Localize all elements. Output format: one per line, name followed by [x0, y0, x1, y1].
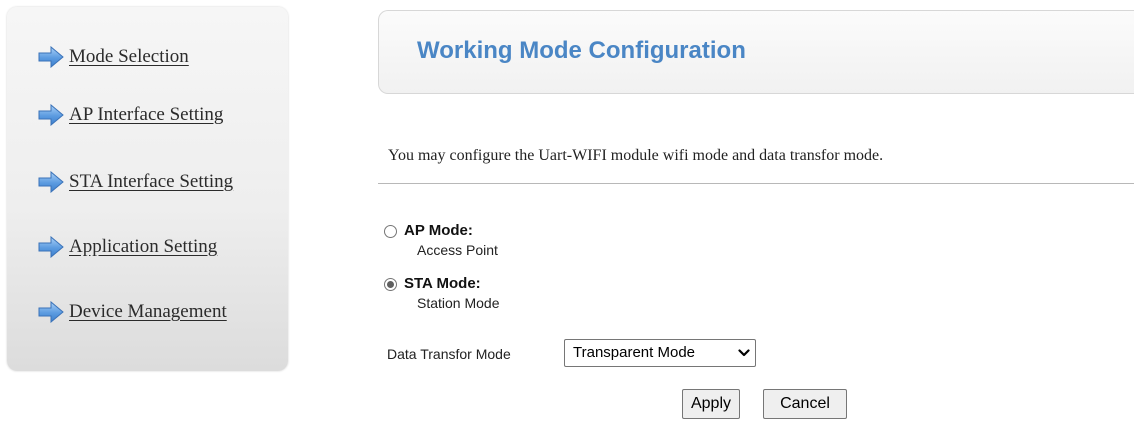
sidebar-item-mode-selection[interactable]: Mode Selection: [38, 46, 189, 68]
sta-mode-subtitle: Station Mode: [417, 295, 500, 311]
apply-button[interactable]: Apply: [682, 389, 740, 419]
page-description: You may configure the Uart-WIFI module w…: [388, 147, 884, 164]
sidebar-item-label[interactable]: Mode Selection: [69, 46, 189, 68]
sidebar-item-label[interactable]: Application Setting: [69, 236, 217, 258]
data-transfer-mode-value: Transparent Mode: [573, 344, 696, 361]
sta-mode-radio[interactable]: [384, 278, 397, 291]
ap-mode-subtitle: Access Point: [417, 242, 498, 258]
chevron-down-icon: [738, 349, 750, 357]
arrow-right-icon: [38, 236, 64, 258]
page-header: Working Mode Configuration: [378, 10, 1134, 94]
sidebar-item-application[interactable]: Application Setting: [38, 236, 217, 258]
cancel-button[interactable]: Cancel: [763, 389, 847, 419]
sidebar-item-label[interactable]: STA Interface Setting: [69, 171, 233, 193]
sidebar-nav: Mode Selection AP Interface Setting STA …: [7, 7, 288, 371]
data-transfer-mode-label: Data Transfor Mode: [387, 346, 511, 362]
sidebar-item-sta-interface[interactable]: STA Interface Setting: [38, 171, 233, 193]
arrow-right-icon: [38, 46, 64, 68]
arrow-right-icon: [38, 171, 64, 193]
ap-mode-title: AP Mode:: [404, 222, 473, 239]
sta-mode-title: STA Mode:: [404, 275, 481, 292]
ap-mode-radio[interactable]: [384, 225, 397, 238]
sidebar-item-label[interactable]: Device Management: [69, 301, 227, 323]
arrow-right-icon: [38, 301, 64, 323]
data-transfer-mode-select[interactable]: Transparent Mode: [564, 339, 756, 367]
page-title: Working Mode Configuration: [417, 37, 746, 64]
sidebar-item-ap-interface[interactable]: AP Interface Setting: [38, 104, 223, 126]
arrow-right-icon: [38, 104, 64, 126]
sidebar-item-device-management[interactable]: Device Management: [38, 301, 227, 323]
divider: [378, 183, 1134, 184]
sidebar-item-label[interactable]: AP Interface Setting: [69, 104, 223, 126]
